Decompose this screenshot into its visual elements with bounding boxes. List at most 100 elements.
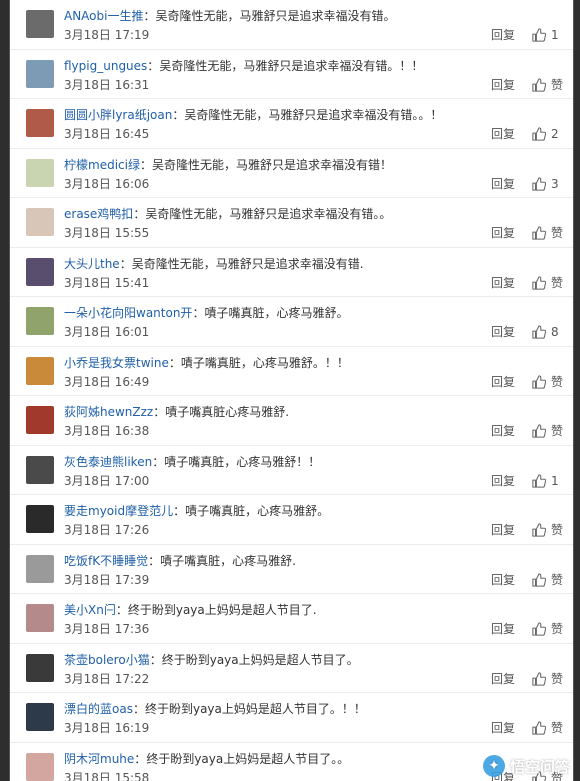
comment-text: 嘖子嘴真脏心疼马雅舒.: [165, 405, 290, 419]
reply-button[interactable]: 回复: [491, 621, 515, 637]
comment-text: 嘖子嘴真脏，心疼马雅舒。！！: [180, 355, 349, 370]
like-button[interactable]: 3: [532, 175, 559, 193]
comment-username[interactable]: flypig_ungues: [64, 59, 147, 73]
comment-username[interactable]: 荻阿姊hewnZzz: [64, 405, 153, 419]
avatar[interactable]: [26, 208, 54, 236]
comment-text: 终于盼到yaya上妈妈是超人节目了。！！: [144, 702, 366, 716]
like-button[interactable]: 赞: [532, 76, 563, 94]
comment-username[interactable]: erase鸡鸭扣: [64, 207, 133, 221]
comment-date: 3月18日 17:26: [64, 523, 150, 537]
like-button[interactable]: 赞: [532, 521, 563, 539]
like-button[interactable]: 赞: [532, 422, 563, 440]
comment-item: 茶壶bolero小猫：终于盼到yaya上妈妈是超人节目了。 3月18日 17:22…: [10, 644, 573, 693]
colon-separator: ：: [152, 454, 165, 469]
reply-button[interactable]: 回复: [491, 176, 515, 192]
comment-item: ANAobi一生推：吴奇隆性无能，马雅舒只是追求幸福没有错。 3月18日 17:1…: [10, 0, 573, 50]
reply-button[interactable]: 回复: [491, 423, 515, 439]
comment-username[interactable]: 吃饭fK不睡睡觉: [64, 554, 148, 568]
like-button[interactable]: 赞: [532, 274, 563, 292]
reply-button[interactable]: 回复: [491, 27, 515, 43]
comment-username[interactable]: 灰色泰迪熊liken: [64, 455, 152, 469]
reply-button[interactable]: 回复: [491, 225, 515, 241]
avatar[interactable]: [26, 604, 54, 632]
comment-text: 嘖子嘴真脏，心疼马雅舒。: [204, 306, 349, 320]
avatar[interactable]: [26, 455, 54, 484]
avatar[interactable]: [26, 109, 54, 137]
like-button[interactable]: 赞: [532, 620, 563, 638]
reply-button[interactable]: 回复: [491, 77, 515, 93]
thumbs-up-icon: [532, 622, 547, 636]
like-count: 1: [551, 28, 559, 42]
like-button[interactable]: 赞: [532, 373, 563, 391]
like-count: 赞: [551, 671, 564, 686]
reply-button[interactable]: 回复: [491, 671, 515, 687]
like-count: 赞: [551, 275, 564, 290]
comment-item: flypig_ungues：吴奇隆性无能，马雅舒只是追求幸福没有错。！！ 3月18…: [10, 50, 573, 99]
avatar[interactable]: [26, 158, 54, 187]
colon-separator: ：: [148, 553, 161, 568]
colon-separator: ：: [143, 9, 156, 23]
comment-username[interactable]: 一朵小花向阳wanton开: [64, 306, 192, 320]
avatar[interactable]: [26, 59, 54, 88]
avatar[interactable]: [26, 505, 54, 533]
avatar[interactable]: [26, 10, 54, 38]
avatar[interactable]: [26, 703, 54, 731]
avatar[interactable]: [26, 653, 54, 682]
comment-username[interactable]: 小乔是我女票twine: [64, 356, 169, 370]
reply-button[interactable]: 回复: [491, 522, 515, 538]
avatar[interactable]: [26, 554, 54, 583]
reply-button[interactable]: 回复: [491, 473, 515, 489]
reply-button[interactable]: 回复: [491, 374, 515, 390]
like-count: 8: [551, 325, 559, 339]
reply-button[interactable]: 回复: [491, 720, 515, 736]
colon-separator: ：: [173, 504, 186, 518]
comment-list: ANAobi一生推：吴奇隆性无能，马雅舒只是追求幸福没有错。 3月18日 17:1…: [10, 0, 573, 781]
like-button[interactable]: 2: [532, 125, 559, 143]
avatar[interactable]: [26, 406, 54, 434]
like-button[interactable]: 赞: [532, 571, 563, 589]
comment-text: 吴奇隆性无能，马雅舒只是追求幸福没有错。: [155, 9, 396, 23]
comment-username[interactable]: 圆圆小胖lyra纸joan: [64, 108, 172, 122]
avatar[interactable]: [26, 752, 54, 781]
comment-item: 大头儿the：吴奇隆性无能，马雅舒只是追求幸福没有错. 3月18日 15:41 回复…: [10, 248, 573, 297]
comment-username[interactable]: 茶壶bolero小猫: [64, 653, 150, 667]
avatar[interactable]: [26, 307, 54, 335]
comment-text: 嘖子嘴真脏，心疼马雅舒.: [160, 553, 296, 568]
reply-button[interactable]: 回复: [491, 572, 515, 588]
like-button[interactable]: 1: [532, 26, 559, 44]
reply-button[interactable]: 回复: [491, 275, 515, 291]
comment-date: 3月18日 16:19: [64, 721, 150, 735]
comment-item: erase鸡鸭扣：吴奇隆性无能，马雅舒只是追求幸福没有错。。 3月18日 15:5…: [10, 198, 573, 248]
like-button[interactable]: 赞: [532, 719, 563, 737]
comment-username[interactable]: 大头儿the: [64, 257, 120, 271]
comment-line: flypig_ungues：吴奇隆性无能，马雅舒只是追求幸福没有错。！！: [64, 58, 565, 74]
comment-username[interactable]: ANAobi一生推: [64, 9, 143, 23]
comment-line: 灰色泰迪熊liken：嘖子嘴真脏，心疼马雅舒！！: [64, 454, 565, 470]
comment-username[interactable]: 柠檬medici绿: [64, 158, 140, 172]
comment-text: 嘖子嘴真脏，心疼马雅舒。: [185, 504, 330, 518]
avatar[interactable]: [26, 257, 54, 286]
comment-date: 3月18日 15:55: [64, 226, 150, 240]
comment-username[interactable]: 漂白的蓝oas: [64, 702, 133, 716]
like-count: 赞: [551, 523, 564, 537]
colon-separator: ：: [115, 603, 128, 617]
thumbs-up-icon: [532, 721, 547, 735]
like-button[interactable]: 赞: [532, 224, 563, 242]
like-button[interactable]: 赞: [532, 670, 563, 688]
comment-line: 美小Xn闩：终于盼到yaya上妈妈是超人节目了.: [64, 602, 565, 618]
thumbs-up-icon: [532, 176, 547, 191]
comment-username[interactable]: 要走myoid摩登范儿: [64, 504, 173, 518]
thumbs-up-icon: [532, 374, 547, 389]
comment-date: 3月18日 17:22: [64, 671, 150, 686]
avatar[interactable]: [26, 356, 54, 385]
comment-username[interactable]: 阴木河muhe: [64, 752, 134, 766]
like-button[interactable]: 8: [532, 323, 559, 341]
colon-separator: ：: [149, 652, 162, 667]
like-count: 2: [551, 127, 559, 141]
like-button[interactable]: 1: [532, 472, 559, 490]
colon-separator: ：: [147, 58, 160, 73]
comment-date: 3月18日 16:38: [64, 424, 150, 438]
comment-username[interactable]: 美小Xn闩: [64, 603, 116, 617]
reply-button[interactable]: 回复: [491, 126, 515, 142]
reply-button[interactable]: 回复: [491, 324, 515, 340]
